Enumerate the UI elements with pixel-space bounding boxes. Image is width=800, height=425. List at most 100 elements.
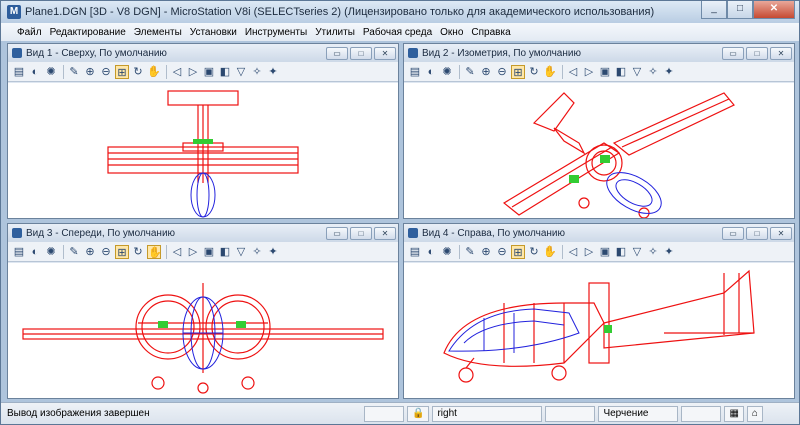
view-rotation-icon[interactable]: ▽ xyxy=(234,65,248,79)
update-view-icon[interactable]: ✎ xyxy=(67,65,81,79)
zoom-in-icon[interactable]: ⊕ xyxy=(479,245,493,259)
close-view-icon[interactable]: ✕ xyxy=(374,226,396,240)
zoom-out-icon[interactable]: ⊖ xyxy=(495,65,509,79)
close-view-icon[interactable]: ✕ xyxy=(374,46,396,60)
zoom-in-icon[interactable]: ⊕ xyxy=(479,65,493,79)
maximize-view-icon[interactable]: □ xyxy=(746,226,768,240)
lighting-icon[interactable]: ✺ xyxy=(44,245,58,259)
restore-view-icon[interactable]: ▭ xyxy=(326,46,348,60)
clip-volume-icon[interactable]: ▣ xyxy=(598,245,612,259)
clip-volume-icon[interactable]: ▣ xyxy=(202,65,216,79)
clip-volume-icon[interactable]: ▣ xyxy=(598,65,612,79)
snap-lock-icon[interactable]: 🔒 xyxy=(407,405,430,422)
home-icon[interactable]: ⌂ xyxy=(746,405,763,422)
display-style-icon[interactable]: ◐ xyxy=(28,65,42,79)
display-style-icon[interactable]: ◐ xyxy=(424,65,438,79)
camera-icon[interactable]: ◧ xyxy=(614,65,628,79)
active-mode[interactable]: Черчение xyxy=(598,405,679,422)
settings-icon[interactable]: ✧ xyxy=(646,245,660,259)
menu-window[interactable]: Окно xyxy=(436,27,467,38)
menu-help[interactable]: Справка xyxy=(467,27,514,38)
maximize-view-icon[interactable]: □ xyxy=(350,46,372,60)
view-title-bar[interactable]: Вид 4 - Справа, По умолчанию ▭ □ ✕ xyxy=(404,224,794,242)
view-next-icon[interactable]: ▷ xyxy=(186,245,200,259)
update-view-icon[interactable]: ✎ xyxy=(463,245,477,259)
close-view-icon[interactable]: ✕ xyxy=(770,226,792,240)
view-next-icon[interactable]: ▷ xyxy=(582,245,596,259)
maximize-icon[interactable]: □ xyxy=(727,1,753,19)
view-attributes-icon[interactable]: ▤ xyxy=(408,245,422,259)
restore-view-icon[interactable]: ▭ xyxy=(722,46,744,60)
rotate-view-icon[interactable]: ↻ xyxy=(131,65,145,79)
lighting-icon[interactable]: ✺ xyxy=(44,65,58,79)
restore-view-icon[interactable]: ▭ xyxy=(722,226,744,240)
lighting-icon[interactable]: ✺ xyxy=(440,65,454,79)
close-view-icon[interactable]: ✕ xyxy=(770,46,792,60)
view-previous-icon[interactable]: ◁ xyxy=(170,245,184,259)
menu-utilities[interactable]: Утилиты xyxy=(311,27,359,38)
fit-view-icon[interactable]: ⊞ xyxy=(511,244,525,259)
snap-mode[interactable]: right xyxy=(432,405,543,422)
view-previous-icon[interactable]: ◁ xyxy=(566,65,580,79)
rotate-view-icon[interactable]: ↻ xyxy=(527,65,541,79)
zoom-out-icon[interactable]: ⊖ xyxy=(99,65,113,79)
save-icon[interactable]: ▦ xyxy=(724,405,744,422)
menu-edit[interactable]: Редактирование xyxy=(46,27,130,38)
view-rotation-icon[interactable]: ▽ xyxy=(234,245,248,259)
view-next-icon[interactable]: ▷ xyxy=(186,65,200,79)
fit-view-icon[interactable]: ⊞ xyxy=(115,64,129,79)
zoom-in-icon[interactable]: ⊕ xyxy=(83,245,97,259)
walk-icon[interactable]: ✦ xyxy=(266,65,280,79)
close-icon[interactable]: ✕ xyxy=(753,1,795,19)
clip-volume-icon[interactable]: ▣ xyxy=(202,245,216,259)
title-bar[interactable]: M Plane1.DGN [3D - V8 DGN] - MicroStatio… xyxy=(1,1,799,23)
view-canvas[interactable] xyxy=(8,83,398,218)
menu-tools[interactable]: Инструменты xyxy=(241,27,311,38)
display-style-icon[interactable]: ◐ xyxy=(424,245,438,259)
rotate-view-icon[interactable]: ↻ xyxy=(131,245,145,259)
menu-file[interactable]: Файл xyxy=(13,27,46,38)
zoom-in-icon[interactable]: ⊕ xyxy=(83,65,97,79)
view-rotation-icon[interactable]: ▽ xyxy=(630,245,644,259)
view-rotation-icon[interactable]: ▽ xyxy=(630,65,644,79)
fit-view-icon[interactable]: ⊞ xyxy=(511,64,525,79)
walk-icon[interactable]: ✦ xyxy=(662,65,676,79)
view-attributes-icon[interactable]: ▤ xyxy=(408,65,422,79)
restore-view-icon[interactable]: ▭ xyxy=(326,226,348,240)
view-next-icon[interactable]: ▷ xyxy=(582,65,596,79)
view-previous-icon[interactable]: ◁ xyxy=(170,65,184,79)
view-title-bar[interactable]: Вид 1 - Сверху, По умолчанию ▭ □ ✕ xyxy=(8,44,398,62)
display-style-icon[interactable]: ◐ xyxy=(28,245,42,259)
view-canvas[interactable] xyxy=(404,83,794,218)
lighting-icon[interactable]: ✺ xyxy=(440,245,454,259)
view-canvas[interactable] xyxy=(8,263,398,398)
settings-icon[interactable]: ✧ xyxy=(646,65,660,79)
menu-workspace[interactable]: Рабочая среда xyxy=(359,27,436,38)
view-canvas[interactable] xyxy=(404,263,794,398)
camera-icon[interactable]: ◧ xyxy=(218,245,232,259)
view-attributes-icon[interactable]: ▤ xyxy=(12,65,26,79)
menu-settings[interactable]: Установки xyxy=(186,27,241,38)
maximize-view-icon[interactable]: □ xyxy=(746,46,768,60)
pan-view-icon[interactable]: ✋ xyxy=(147,65,161,79)
view-title-bar[interactable]: Вид 3 - Спереди, По умолчанию ▭ □ ✕ xyxy=(8,224,398,242)
walk-icon[interactable]: ✦ xyxy=(662,245,676,259)
pan-view-icon[interactable]: ✋ xyxy=(147,244,162,259)
view-attributes-icon[interactable]: ▤ xyxy=(12,245,26,259)
zoom-out-icon[interactable]: ⊖ xyxy=(99,245,113,259)
zoom-out-icon[interactable]: ⊖ xyxy=(495,245,509,259)
update-view-icon[interactable]: ✎ xyxy=(67,245,81,259)
walk-icon[interactable]: ✦ xyxy=(266,245,280,259)
camera-icon[interactable]: ◧ xyxy=(218,65,232,79)
view-title-bar[interactable]: Вид 2 - Изометрия, По умолчанию ▭ □ ✕ xyxy=(404,44,794,62)
camera-icon[interactable]: ◧ xyxy=(614,245,628,259)
maximize-view-icon[interactable]: □ xyxy=(350,226,372,240)
pan-view-icon[interactable]: ✋ xyxy=(543,65,557,79)
pan-view-icon[interactable]: ✋ xyxy=(543,245,557,259)
rotate-view-icon[interactable]: ↻ xyxy=(527,245,541,259)
settings-icon[interactable]: ✧ xyxy=(250,245,264,259)
settings-icon[interactable]: ✧ xyxy=(250,65,264,79)
minimize-icon[interactable]: _ xyxy=(701,1,727,19)
fit-view-icon[interactable]: ⊞ xyxy=(115,244,129,259)
menu-element[interactable]: Элементы xyxy=(130,27,186,38)
